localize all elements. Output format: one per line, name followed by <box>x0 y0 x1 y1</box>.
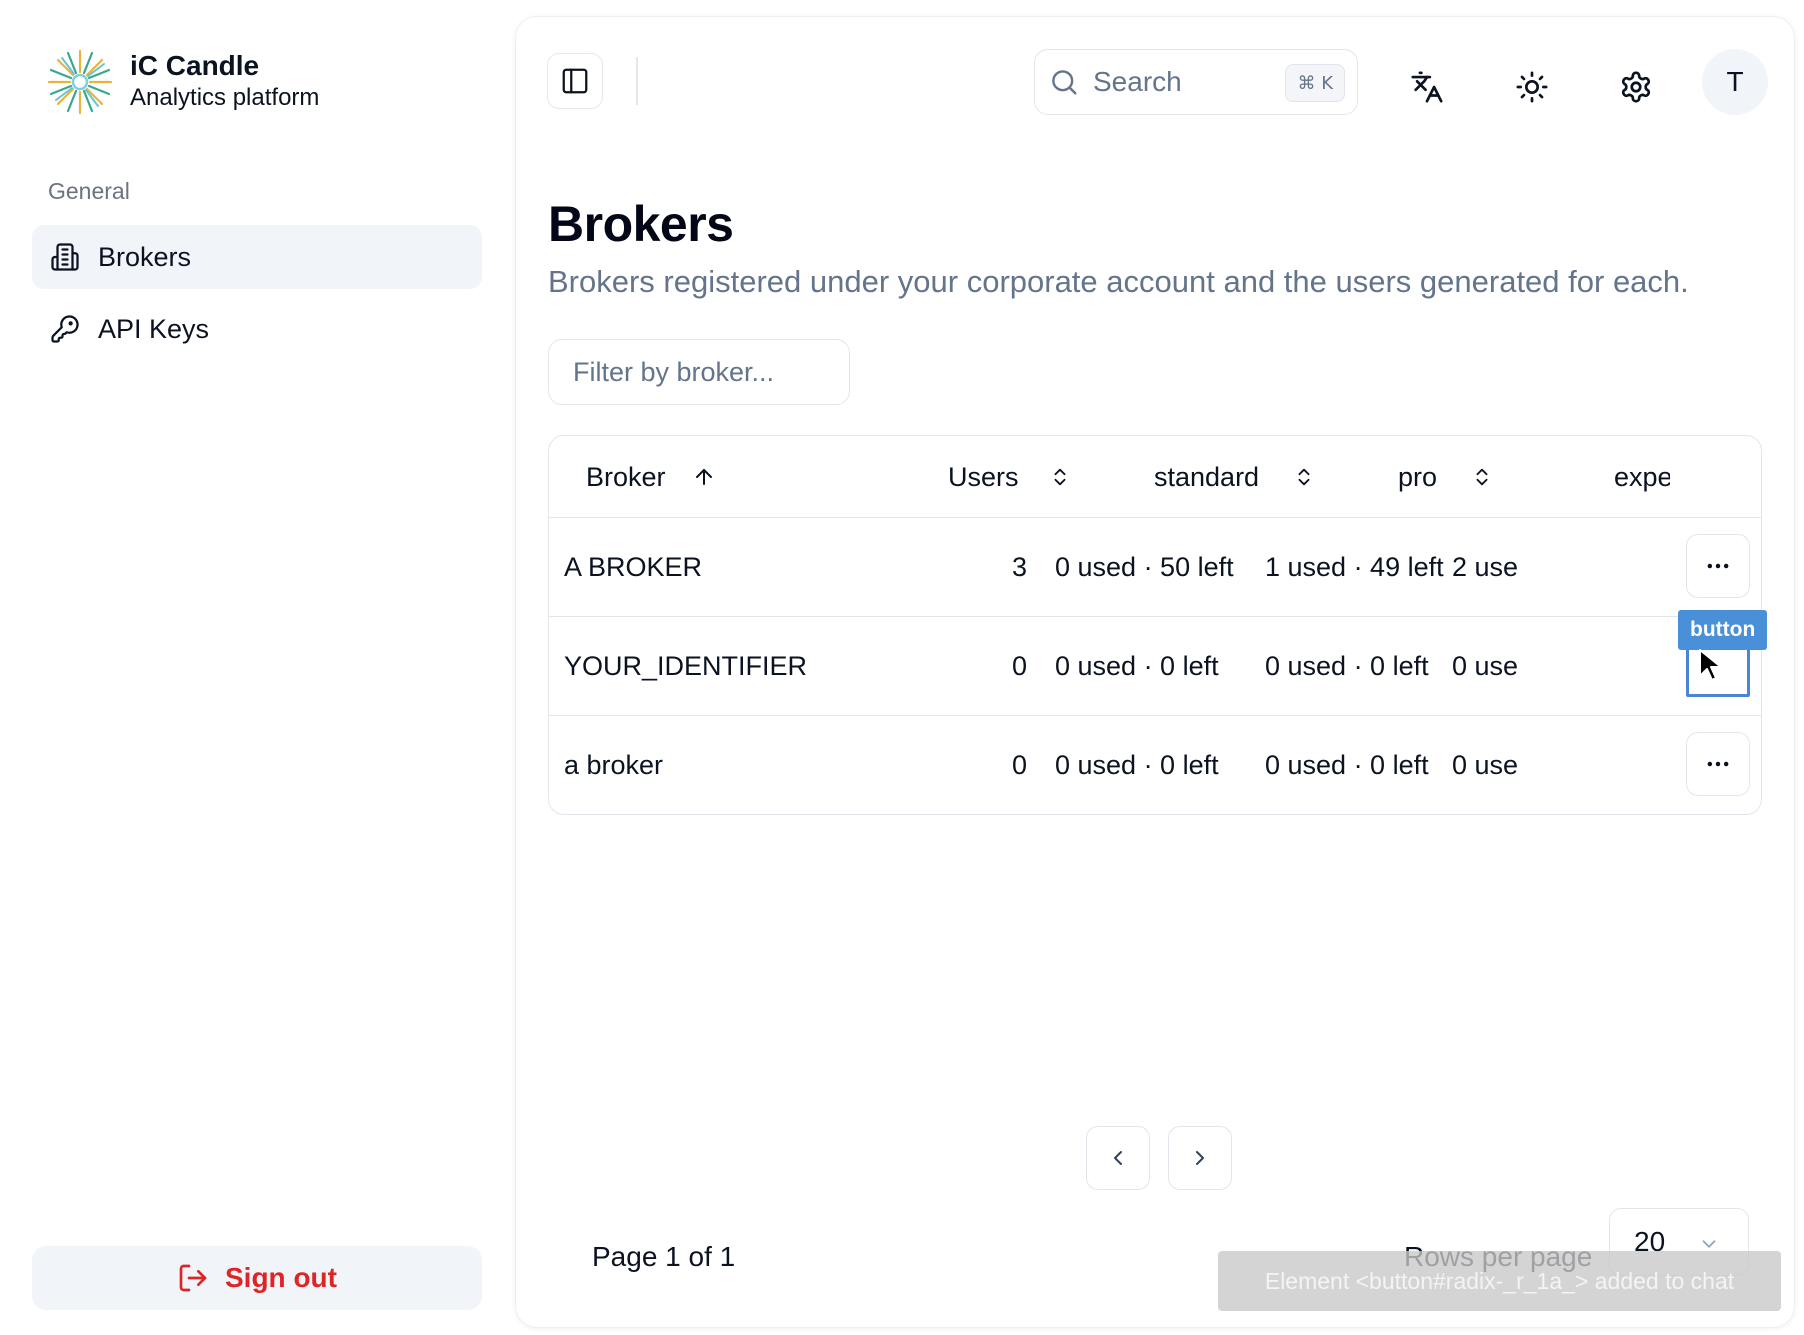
sun-icon <box>1516 71 1548 103</box>
table-row: YOUR_IDENTIFIER 0 0 used · 0 left 0 used… <box>549 617 1761 716</box>
broker-name: A BROKER <box>564 551 703 582</box>
gear-icon <box>1621 71 1651 103</box>
previous-page-button[interactable] <box>1086 1126 1150 1190</box>
standard-usage: 0 used · 50 left <box>1055 551 1234 582</box>
mouse-cursor-icon <box>1699 649 1722 681</box>
pro-usage: 0 used · 0 left <box>1265 749 1429 780</box>
brand-subtitle: Analytics platform <box>130 84 320 111</box>
standard-usage: 0 used · 0 left <box>1055 650 1219 681</box>
users-count: 0 <box>1011 749 1027 780</box>
sign-out-label: Sign out <box>225 1262 337 1293</box>
sidebar-item-brokers[interactable]: Brokers <box>32 225 482 289</box>
sidebar-toggle-button[interactable] <box>547 53 603 109</box>
search-icon <box>1049 66 1081 98</box>
sidebar-item-label: API Keys <box>98 313 210 344</box>
search-input[interactable]: Search ⌘ K <box>1034 49 1358 115</box>
key-icon <box>48 312 82 346</box>
more-horizontal-icon <box>1707 761 1729 767</box>
column-header-standard[interactable]: standard <box>1154 436 1317 518</box>
column-header-pro[interactable]: pro <box>1398 436 1495 518</box>
row-actions-button[interactable] <box>1686 534 1750 598</box>
table-row: a broker 0 0 used · 0 left 0 used · 0 le… <box>549 716 1761 814</box>
user-avatar[interactable]: T <box>1702 49 1768 115</box>
inspector-tooltip: button <box>1678 610 1768 650</box>
broker-name: YOUR_IDENTIFIER <box>564 650 808 681</box>
log-out-icon <box>177 1261 211 1295</box>
next-page-button[interactable] <box>1168 1126 1232 1190</box>
column-header-expert[interactable]: expe <box>1614 436 1670 518</box>
sign-out-button[interactable]: Sign out <box>32 1246 482 1310</box>
translate-icon <box>1411 71 1443 103</box>
sidebar-item-label: Brokers <box>98 241 192 272</box>
theme-toggle-button[interactable] <box>1506 61 1558 113</box>
chevron-left-icon <box>1114 1151 1122 1165</box>
row-actions-button[interactable] <box>1686 732 1750 796</box>
search-shortcut: ⌘ K <box>1285 64 1345 102</box>
sidebar: iC Candle Analytics platform General Bro… <box>0 0 510 1335</box>
chevrons-up-down-icon <box>1471 465 1495 489</box>
search-placeholder: Search <box>1093 66 1182 97</box>
settings-button[interactable] <box>1610 61 1662 113</box>
language-button[interactable] <box>1401 61 1453 113</box>
pro-usage: 0 used · 0 left <box>1265 650 1429 681</box>
panel-left-icon <box>562 68 588 94</box>
brokers-table: Broker Users standard pro expe A BROKER … <box>548 435 1762 815</box>
column-header-users[interactable]: Users <box>948 436 1073 518</box>
brand: iC Candle Analytics platform <box>46 48 319 116</box>
page-info: Page 1 of 1 <box>592 1241 736 1272</box>
candle-logo-icon <box>47 49 113 115</box>
pro-usage: 1 used · 49 left <box>1265 551 1444 582</box>
page-title: Brokers <box>548 196 734 252</box>
table-header: Broker Users standard pro expe <box>549 436 1761 518</box>
users-count: 0 <box>1011 650 1027 681</box>
more-horizontal-icon <box>1707 563 1729 569</box>
main-panel: Search ⌘ K T Brokers Brokers registered … <box>515 16 1795 1328</box>
chevron-right-icon <box>1196 1151 1204 1165</box>
users-count: 3 <box>1011 551 1027 582</box>
chevrons-up-down-icon <box>1049 465 1073 489</box>
expert-usage: 0 used <box>1452 650 1518 681</box>
standard-usage: 0 used · 0 left <box>1055 749 1219 780</box>
toast-notification: Element <button#radix-_r_1a_> added to c… <box>1218 1251 1781 1311</box>
building-icon <box>48 240 82 274</box>
broker-filter-input[interactable] <box>548 339 850 405</box>
column-header-broker[interactable]: Broker <box>586 436 716 518</box>
toolbar-divider <box>636 57 638 105</box>
page-description: Brokers registered under your corporate … <box>548 264 1689 299</box>
arrow-up-icon <box>692 465 716 489</box>
brand-name: iC Candle <box>130 50 260 81</box>
broker-name: a broker <box>564 749 664 780</box>
chevrons-up-down-icon <box>1293 465 1317 489</box>
table-row: A BROKER 3 0 used · 50 left 1 used · 49 … <box>549 518 1761 617</box>
sidebar-item-api-keys[interactable]: API Keys <box>32 297 482 361</box>
expert-usage: 2 used <box>1452 551 1518 582</box>
expert-usage: 0 used <box>1452 749 1518 780</box>
nav-section-heading: General <box>48 178 130 204</box>
